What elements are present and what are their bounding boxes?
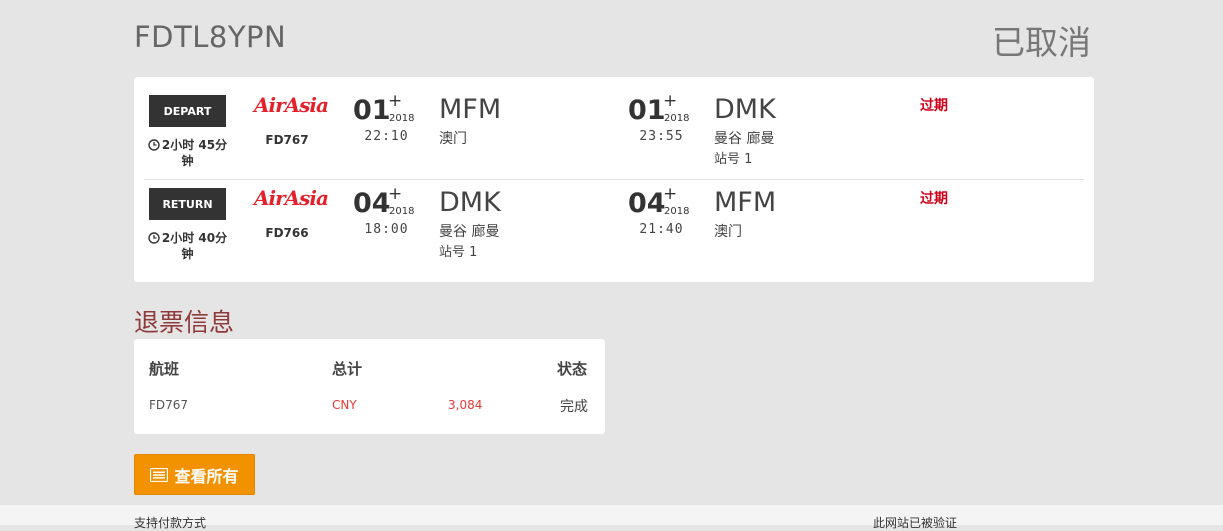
arrival-city: 澳门 xyxy=(714,224,742,240)
flight-status: 过期 xyxy=(920,191,948,207)
refund-header-total: 总计 xyxy=(332,360,363,378)
duration-text: 2小时 45分钟 xyxy=(161,138,228,168)
flight-status: 过期 xyxy=(920,98,948,114)
direction-badge: RETURN xyxy=(149,188,226,220)
arrival-year: 2018 xyxy=(664,206,690,217)
departure-plus: + xyxy=(388,184,403,204)
arrival-year: 2018 xyxy=(664,113,690,124)
departure-terminal: 站号 1 xyxy=(439,245,478,260)
refund-header-flight: 航班 xyxy=(149,360,180,378)
airasia-logo: AirAsia xyxy=(254,93,329,117)
departure-year: 2018 xyxy=(389,113,415,124)
arrival-block: 01 + 2018 23:55 DMK 曼谷 廊曼 站号 1 xyxy=(628,87,898,177)
clock-icon xyxy=(148,232,160,244)
duration-text: 2小时 40分钟 xyxy=(161,231,228,261)
flight-row-return: RETURN 2小时 40分钟 AirAsia FD766 04 + 2018 … xyxy=(134,180,1094,272)
footer-payment-methods: 支持付款方式 xyxy=(134,516,207,530)
departure-time: 22:10 xyxy=(364,129,409,144)
arrival-plus: + xyxy=(663,91,678,111)
flight-row-depart: DEPART 2小时 45分钟 AirAsia FD767 01 + 2018 … xyxy=(134,87,1094,179)
arrival-block: 04 + 2018 21:40 MFM 澳门 xyxy=(628,180,898,270)
clock-icon xyxy=(148,139,160,151)
booking-status: 已取消 xyxy=(992,23,1091,62)
departure-time: 18:00 xyxy=(364,222,409,237)
departure-day: 04 xyxy=(353,188,391,219)
arrival-day: 04 xyxy=(628,188,666,219)
view-all-button[interactable]: 查看所有 xyxy=(134,454,255,495)
footer-site-verified: 此网站已被验证 xyxy=(873,516,958,530)
departure-city: 曼谷 廊曼 xyxy=(439,224,500,240)
arrival-airport-code: DMK xyxy=(714,94,776,125)
refund-section-title: 退票信息 xyxy=(134,308,235,337)
view-all-label: 查看所有 xyxy=(174,466,239,486)
refund-status: 完成 xyxy=(560,399,588,415)
booking-reference: FDTL8YPN xyxy=(134,20,287,54)
departure-block: 01 + 2018 22:10 MFM 澳门 xyxy=(353,87,623,177)
departure-year: 2018 xyxy=(389,206,415,217)
refund-table: 航班 总计 状态 FD767 CNY 3,084 完成 xyxy=(134,339,605,434)
departure-block: 04 + 2018 18:00 DMK 曼谷 廊曼 站号 1 xyxy=(353,180,623,270)
departure-plus: + xyxy=(388,91,403,111)
arrival-plus: + xyxy=(663,184,678,204)
refund-header-status: 状态 xyxy=(557,360,588,378)
flight-number: FD767 xyxy=(265,133,309,147)
refund-currency: CNY xyxy=(332,398,357,412)
flights-card: DEPART 2小时 45分钟 AirAsia FD767 01 + 2018 … xyxy=(134,77,1094,282)
departure-city: 澳门 xyxy=(439,131,467,147)
arrival-city: 曼谷 廊曼 xyxy=(714,131,775,147)
flight-duration: 2小时 45分钟 xyxy=(144,137,231,169)
departure-airport-code: DMK xyxy=(439,187,501,218)
refund-amount: 3,084 xyxy=(448,398,483,412)
departure-airport-code: MFM xyxy=(439,94,502,125)
arrival-time: 21:40 xyxy=(639,222,684,237)
list-icon xyxy=(150,467,169,482)
footer: 支持付款方式 此网站已被验证 xyxy=(0,505,1223,530)
arrival-airport-code: MFM xyxy=(714,187,777,218)
direction-badge: DEPART xyxy=(149,95,226,127)
airasia-logo: AirAsia xyxy=(254,186,329,210)
flight-number: FD766 xyxy=(265,226,309,240)
departure-day: 01 xyxy=(353,95,391,126)
refund-flight: FD767 xyxy=(149,398,189,412)
arrival-terminal: 站号 1 xyxy=(714,152,753,167)
arrival-day: 01 xyxy=(628,95,666,126)
arrival-time: 23:55 xyxy=(639,129,684,144)
flight-duration: 2小时 40分钟 xyxy=(144,230,231,262)
